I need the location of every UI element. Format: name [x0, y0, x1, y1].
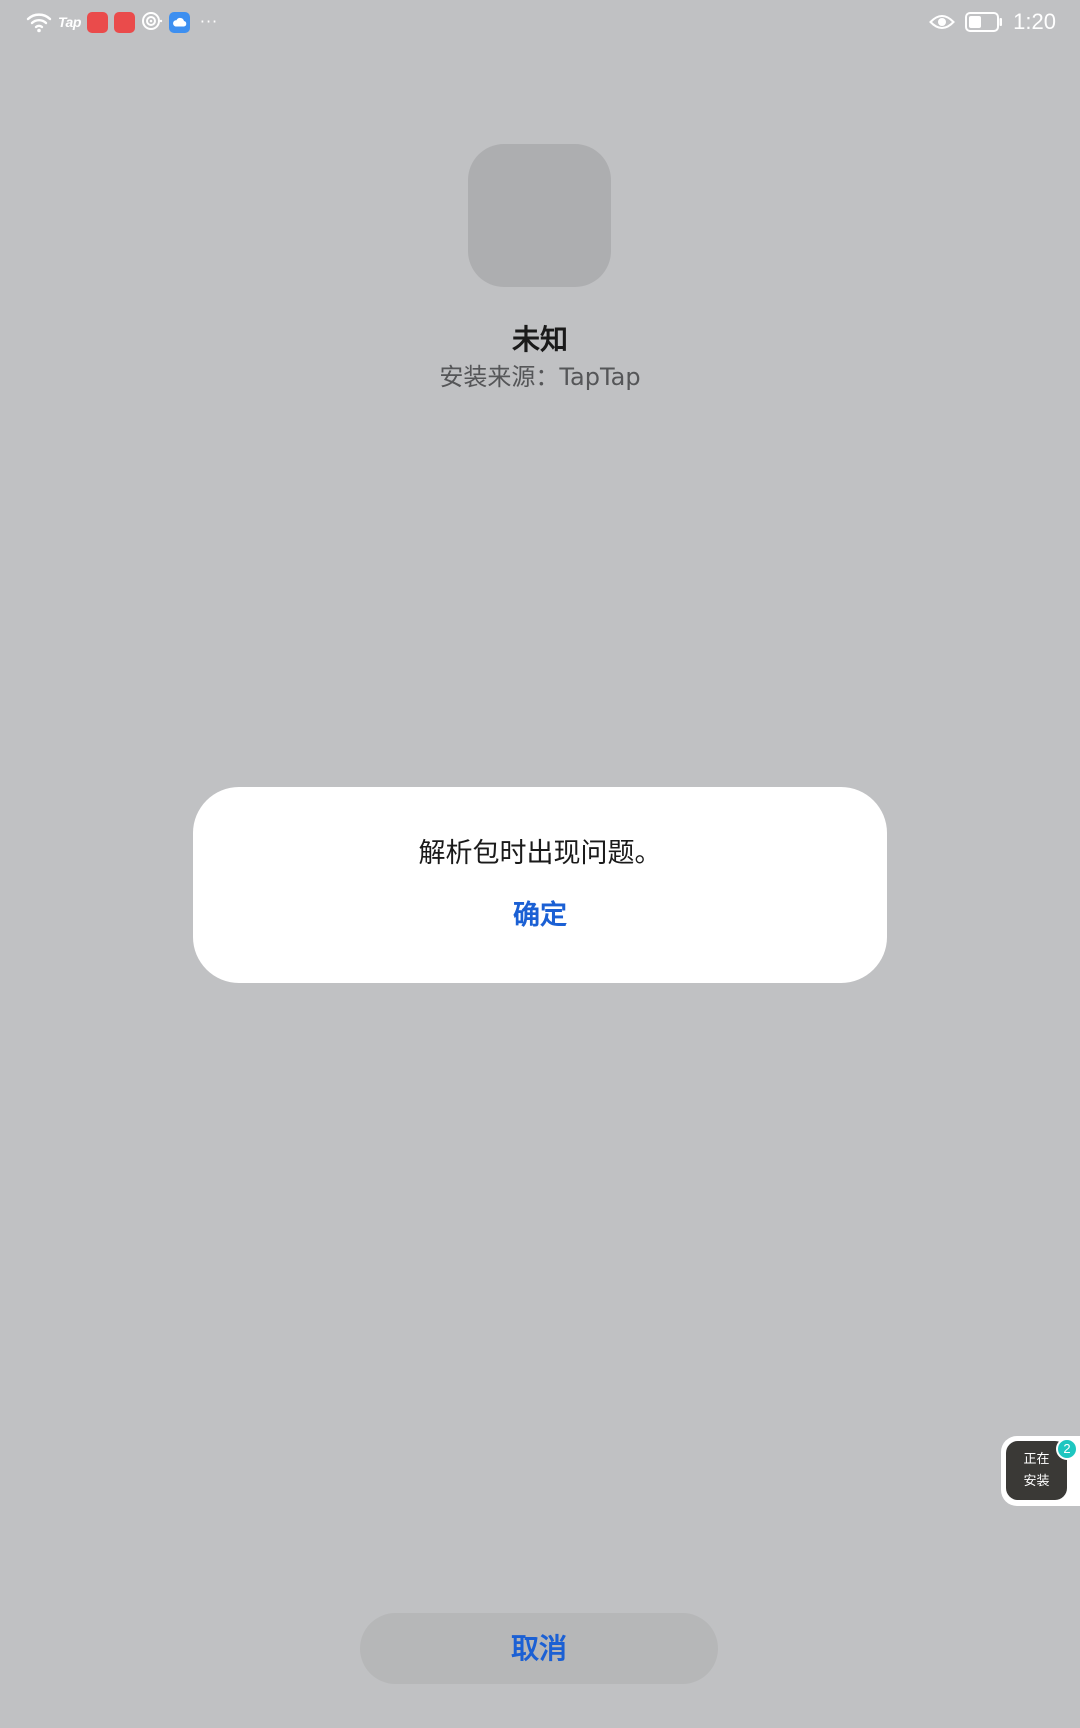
status-bar-time: 1:20	[1013, 9, 1056, 34]
installing-floating-widget[interactable]: 正在 安装 2	[1001, 1436, 1080, 1506]
wifi-icon	[26, 11, 52, 33]
confirm-button[interactable]: 确定	[490, 895, 590, 937]
installing-label-line2: 安装	[1023, 1473, 1050, 1489]
error-dialog: 解析包时出现问题。 确定	[193, 787, 887, 983]
shopping-app-icon	[86, 11, 108, 33]
taptap-notification-icon: Tap	[58, 14, 81, 30]
hotspot-icon	[141, 11, 163, 33]
app-name: 未知	[511, 323, 568, 356]
status-bar-right: 1:20	[929, 8, 1056, 36]
eye-comfort-icon	[929, 13, 956, 31]
dialog-message: 解析包时出现问题。	[418, 838, 662, 869]
install-source: 安装来源：TapTap	[439, 363, 641, 391]
battery-icon	[965, 12, 1003, 32]
status-bar: Tap ··· 1:20	[0, 0, 1080, 44]
shopping-app-icon	[113, 11, 135, 33]
more-icon: ···	[199, 12, 219, 31]
cancel-button[interactable]: 取消	[360, 1613, 718, 1684]
status-bar-left: Tap ···	[26, 8, 218, 36]
app-placeholder-icon	[468, 144, 611, 287]
installing-label-line1: 正在	[1023, 1451, 1050, 1467]
cloud-icon	[168, 11, 190, 33]
installing-count-badge: 2	[1056, 1438, 1078, 1460]
